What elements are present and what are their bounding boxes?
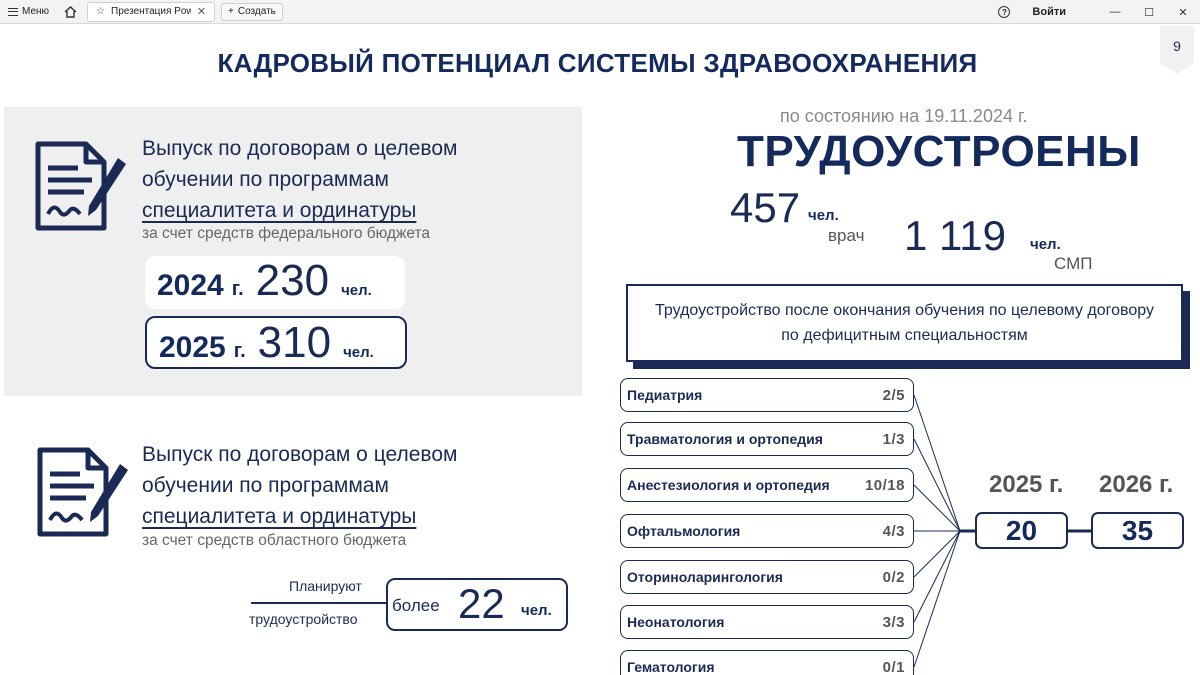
specialty-ratio: 0/2 bbox=[882, 568, 905, 586]
specialty-name: Анестезиология и ортопедия bbox=[627, 477, 830, 493]
specialty-row: Неонатология 3/3 bbox=[620, 605, 914, 639]
specialty-ratio: 1/3 bbox=[882, 430, 905, 448]
specialty-ratio: 3/3 bbox=[882, 613, 905, 631]
specialty-connectors bbox=[913, 394, 1092, 668]
specialty-ratio: 2/5 bbox=[882, 386, 905, 404]
specialty-row: Травматология и ортопедия 1/3 bbox=[620, 422, 914, 456]
specialty-row: Офтальмология 4/3 bbox=[620, 514, 914, 548]
specialty-row: Оториноларингология 0/2 bbox=[620, 560, 914, 594]
specialty-name: Травматология и ортопедия bbox=[627, 431, 823, 447]
total-2025-box: 20 bbox=[975, 512, 1068, 549]
specialty-name: Педиатрия bbox=[627, 387, 703, 403]
specialty-row: Гематология 0/1 bbox=[620, 650, 914, 675]
total-year-2025-label: 2025 г. bbox=[989, 471, 1064, 498]
specialty-name: Офтальмология bbox=[627, 523, 741, 539]
specialty-row: Педиатрия 2/5 bbox=[620, 378, 914, 412]
specialty-ratio: 10/18 bbox=[864, 476, 905, 494]
specialty-name: Оториноларингология bbox=[627, 569, 783, 585]
total-year-2026-label: 2026 г. bbox=[1099, 471, 1174, 498]
specialty-name: Неонатология bbox=[627, 614, 725, 630]
specialty-ratio: 4/3 bbox=[882, 522, 905, 540]
total-2026-box: 35 bbox=[1091, 512, 1184, 549]
specialty-ratio: 0/1 bbox=[882, 658, 905, 675]
specialty-row: Анестезиология и ортопедия 10/18 bbox=[620, 468, 914, 502]
specialty-name: Гематология bbox=[627, 659, 715, 675]
